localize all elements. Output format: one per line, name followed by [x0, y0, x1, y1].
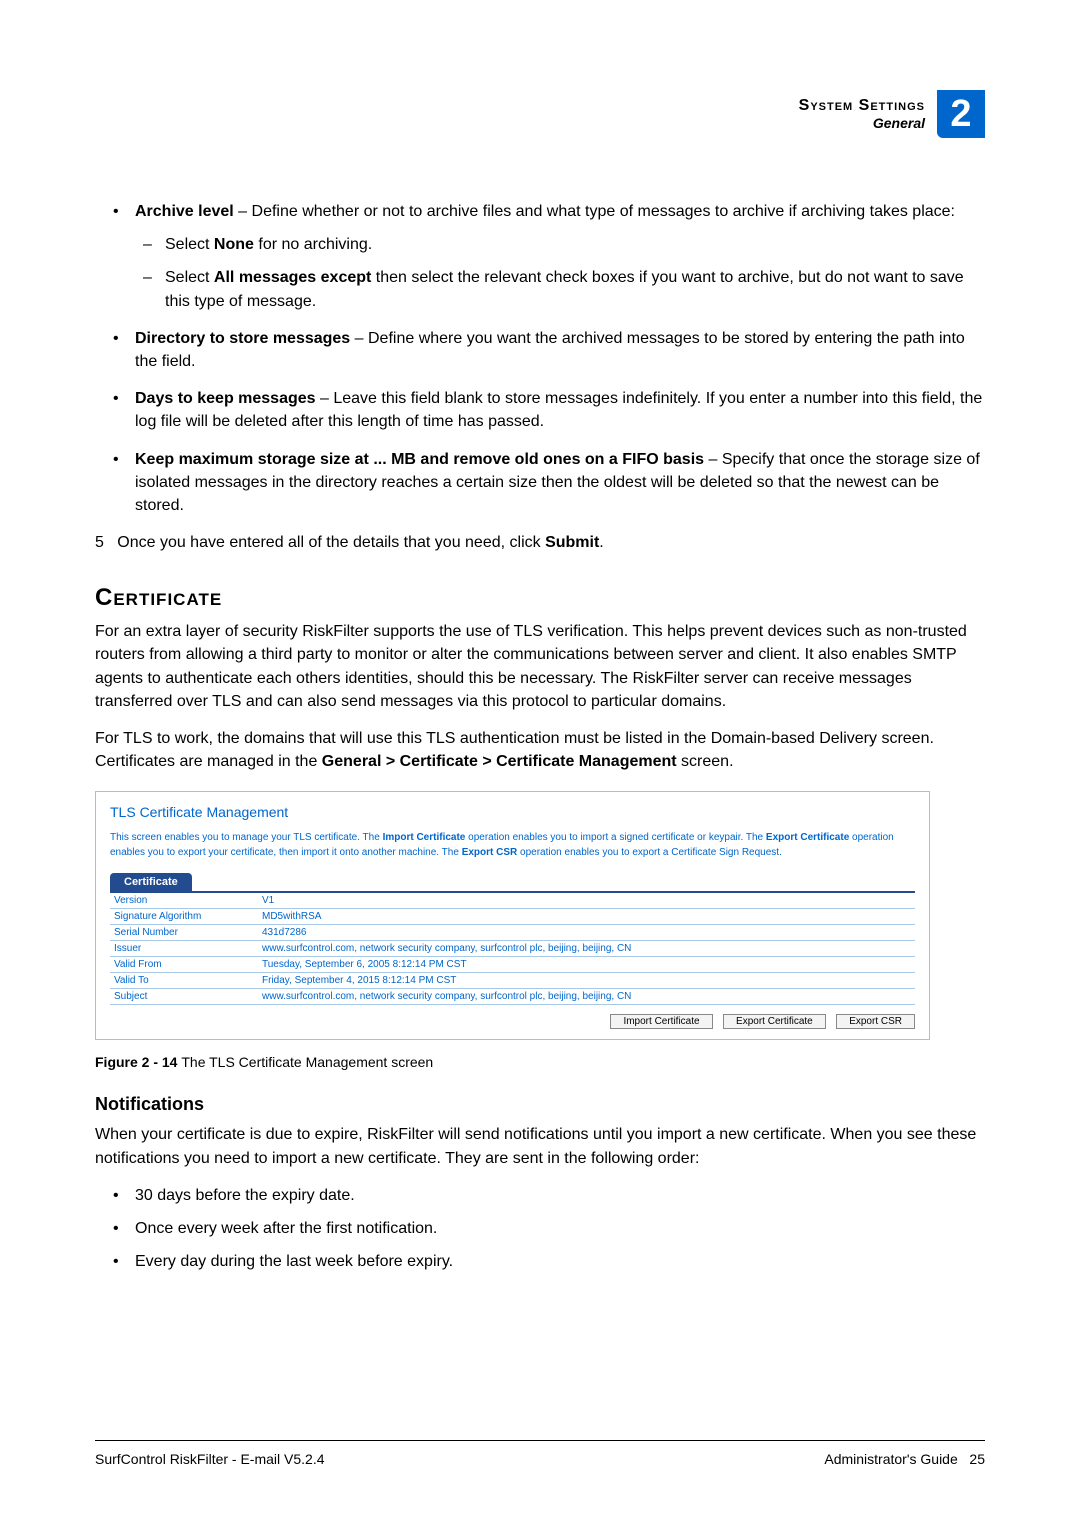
- list-item: Days to keep messages – Leave this field…: [135, 387, 985, 433]
- cell-value: V1: [258, 892, 915, 909]
- tls-cert-management-panel: TLS Certificate Management This screen e…: [95, 791, 930, 1040]
- term-bold: Archive level: [135, 203, 234, 220]
- term-bold: Directory to store messages: [135, 330, 350, 347]
- page-footer: SurfControl RiskFilter - E-mail V5.2.4 A…: [95, 1440, 985, 1467]
- import-certificate-button[interactable]: Import Certificate: [610, 1014, 712, 1029]
- text: Once you have entered all of the details…: [117, 534, 545, 551]
- list-item: Once every week after the first notifica…: [135, 1217, 985, 1240]
- cell-value: www.surfcontrol.com, network security co…: [258, 941, 915, 957]
- text: screen.: [677, 753, 734, 770]
- cell-value: MD5withRSA: [258, 909, 915, 925]
- term-bold: Export CSR: [462, 847, 518, 858]
- path-bold: General > Certificate > Certificate Mana…: [322, 753, 677, 770]
- list-item: Archive level – Define whether or not to…: [135, 200, 985, 313]
- export-csr-button[interactable]: Export CSR: [836, 1014, 915, 1029]
- list-item: Directory to store messages – Define whe…: [135, 327, 985, 373]
- main-content: Archive level – Define whether or not to…: [95, 200, 985, 1273]
- panel-button-row: Import Certificate Export Certificate Ex…: [110, 1011, 915, 1029]
- caption-text: The TLS Certificate Management screen: [181, 1054, 433, 1070]
- term-bold: All messages except: [214, 269, 371, 286]
- header-title: System Settings: [799, 97, 925, 115]
- text: for no archiving.: [254, 236, 372, 253]
- table-row: VersionV1: [110, 892, 915, 909]
- certificate-paragraph-1: For an extra layer of security RiskFilte…: [95, 620, 985, 713]
- list-item: Keep maximum storage size at ... MB and …: [135, 448, 985, 518]
- text: This screen enables you to manage your T…: [110, 832, 383, 843]
- page-number: 25: [969, 1451, 985, 1467]
- footer-right: Administrator's Guide 25: [824, 1451, 985, 1467]
- table-row: Valid ToFriday, September 4, 2015 8:12:1…: [110, 973, 915, 989]
- list-item: Select None for no archiving.: [165, 233, 985, 256]
- document-page: System Settings General 2 Archive level …: [0, 0, 1080, 1527]
- certificate-table: VersionV1 Signature AlgorithmMD5withRSA …: [110, 891, 915, 1005]
- archive-settings-list: Archive level – Define whether or not to…: [95, 200, 985, 517]
- certificate-tab[interactable]: Certificate: [110, 873, 192, 891]
- caption-label: Figure 2 - 14: [95, 1054, 181, 1070]
- cell-key: Valid To: [110, 973, 258, 989]
- footer-rule: [95, 1440, 985, 1441]
- table-row: Issuerwww.surfcontrol.com, network secur…: [110, 941, 915, 957]
- header-subtitle: General: [799, 115, 925, 131]
- footer-guide-label: Administrator's Guide: [824, 1451, 957, 1467]
- panel-title: TLS Certificate Management: [110, 804, 915, 820]
- table-row: Subjectwww.surfcontrol.com, network secu…: [110, 989, 915, 1005]
- text: operation enables you to export a Certif…: [517, 847, 782, 858]
- term-bold: Submit: [545, 534, 599, 551]
- table-row: Serial Number431d7286: [110, 925, 915, 941]
- cell-key: Serial Number: [110, 925, 258, 941]
- chapter-badge: 2: [937, 90, 985, 138]
- step-number: 5: [95, 534, 104, 551]
- table-row: Signature AlgorithmMD5withRSA: [110, 909, 915, 925]
- footer-row: SurfControl RiskFilter - E-mail V5.2.4 A…: [95, 1451, 985, 1467]
- cell-value: Friday, September 4, 2015 8:12:14 PM CST: [258, 973, 915, 989]
- cell-key: Version: [110, 892, 258, 909]
- certificate-paragraph-2: For TLS to work, the domains that will u…: [95, 727, 985, 773]
- cell-value: Tuesday, September 6, 2005 8:12:14 PM CS…: [258, 957, 915, 973]
- cell-key: Valid From: [110, 957, 258, 973]
- footer-left: SurfControl RiskFilter - E-mail V5.2.4: [95, 1451, 325, 1467]
- sub-list: Select None for no archiving. Select All…: [135, 233, 985, 313]
- table-row: Valid FromTuesday, September 6, 2005 8:1…: [110, 957, 915, 973]
- step-5: 5 Once you have entered all of the detai…: [95, 531, 985, 554]
- cell-key: Signature Algorithm: [110, 909, 258, 925]
- term-text: – Define whether or not to archive files…: [234, 203, 955, 220]
- term-bold: Days to keep messages: [135, 390, 316, 407]
- text: .: [599, 534, 603, 551]
- cell-value: www.surfcontrol.com, network security co…: [258, 989, 915, 1005]
- cell-value: 431d7286: [258, 925, 915, 941]
- certificate-heading: Certificate: [95, 584, 985, 612]
- cell-key: Subject: [110, 989, 258, 1005]
- term-bold: None: [214, 236, 254, 253]
- term-bold: Import Certificate: [383, 832, 466, 843]
- notifications-paragraph: When your certificate is due to expire, …: [95, 1123, 985, 1169]
- list-item: 30 days before the expiry date.: [135, 1184, 985, 1207]
- text: Select: [165, 269, 214, 286]
- notifications-heading: Notifications: [95, 1094, 985, 1115]
- figure-caption: Figure 2 - 14 The TLS Certificate Manage…: [95, 1054, 985, 1070]
- cell-key: Issuer: [110, 941, 258, 957]
- header-titles: System Settings General: [799, 97, 925, 131]
- panel-description: This screen enables you to manage your T…: [110, 830, 915, 860]
- text: Select: [165, 236, 214, 253]
- text: operation enables you to import a signed…: [465, 832, 766, 843]
- term-bold: Export Certificate: [766, 832, 849, 843]
- term-bold: Keep maximum storage size at ... MB and …: [135, 451, 704, 468]
- notifications-list: 30 days before the expiry date. Once eve…: [95, 1184, 985, 1274]
- list-item: Select All messages except then select t…: [165, 266, 985, 312]
- export-certificate-button[interactable]: Export Certificate: [723, 1014, 826, 1029]
- list-item: Every day during the last week before ex…: [135, 1250, 985, 1273]
- page-header: System Settings General 2: [799, 90, 985, 138]
